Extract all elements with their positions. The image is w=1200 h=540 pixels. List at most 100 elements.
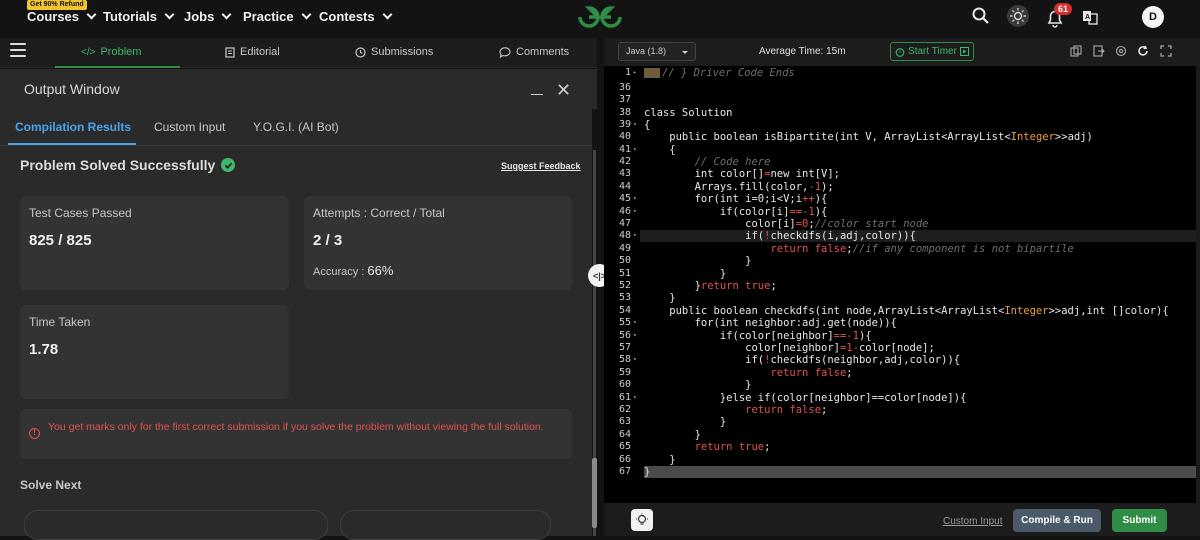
- nav-tutorials[interactable]: Tutorials: [103, 9, 175, 24]
- line-number: 54: [618, 305, 631, 316]
- lightbulb-hint-icon[interactable]: [631, 509, 653, 531]
- refresh-icon[interactable]: [1137, 45, 1149, 57]
- line-number-gutter: 1 ▸ 36 37 38 39 ▾ 40 41 ▾ 42 43 44 45 ▾ 46 ▾ 47 48 ▾ 49 50 51 5…: [604, 66, 640, 503]
- code-line: return false;//if any component is not b…: [770, 243, 1074, 255]
- code-line: // Code here: [644, 156, 771, 168]
- time-taken-card: Time Taken 1.78: [20, 305, 289, 399]
- line-number: 66: [618, 454, 631, 465]
- fold-toggle-icon[interactable]: ▾: [633, 146, 637, 153]
- nav-practice[interactable]: Practice: [243, 9, 312, 24]
- search-icon[interactable]: [972, 6, 990, 26]
- start-timer-button[interactable]: Start Timer: [890, 42, 974, 61]
- avatar[interactable]: D: [1142, 6, 1164, 28]
- alert-circle-icon: !: [29, 428, 40, 439]
- nav-contests[interactable]: Contests: [319, 9, 393, 24]
- submit-button[interactable]: Submit: [1112, 509, 1167, 532]
- attempts-value: 2 / 3: [313, 232, 343, 249]
- time-taken-label: Time Taken: [29, 315, 91, 329]
- fold-toggle-icon[interactable]: ▾: [633, 394, 637, 401]
- language-select-value: Java (1.8): [626, 46, 667, 56]
- fold-toggle-icon[interactable]: ▾: [633, 232, 637, 239]
- chevron-down-icon: [382, 9, 393, 20]
- line-number: 61: [618, 392, 631, 403]
- code-line: if(!checkdfs(i,adj,color)){: [644, 230, 916, 242]
- gfg-logo-icon[interactable]: [576, 3, 624, 31]
- subtab-yogi-ai-bot[interactable]: Y.O.G.I. (AI Bot): [253, 120, 339, 134]
- attempts-label: Attempts : Correct / Total: [313, 206, 445, 220]
- fold-toggle-icon[interactable]: ▾: [633, 195, 637, 202]
- left-scrollbar-thumb[interactable]: [592, 458, 597, 528]
- fold-toggle-icon[interactable]: ▾: [633, 121, 637, 128]
- line-number: 55: [618, 317, 631, 328]
- tab-problem[interactable]: </> Problem: [81, 46, 141, 58]
- line-number: 48: [618, 230, 631, 241]
- code-line: {: [644, 144, 676, 156]
- subtab-compilation-results[interactable]: Compilation Results: [15, 120, 131, 134]
- tab-submissions[interactable]: Submissions: [355, 46, 433, 58]
- fold-toggle-icon[interactable]: ▾: [633, 319, 637, 326]
- custom-input-link[interactable]: Custom Input: [943, 516, 1002, 527]
- nav-courses[interactable]: Courses: [27, 9, 97, 24]
- test-cases-value: 825 / 825: [29, 232, 92, 249]
- fullscreen-icon[interactable]: [1160, 45, 1172, 57]
- line-number: 1: [624, 67, 631, 78]
- line-number: 47: [618, 218, 631, 229]
- tab-comments[interactable]: Comments: [499, 46, 569, 58]
- tab-comments-label: Comments: [516, 46, 570, 58]
- code-line: for(int neighbor:adj.get(node)){: [644, 317, 897, 329]
- suggest-feedback-link[interactable]: Suggest Feedback: [501, 161, 581, 171]
- code-line: }: [644, 416, 727, 428]
- line-number: 59: [618, 367, 631, 378]
- code-line: }: [644, 268, 727, 280]
- nav-tutorials-label: Tutorials: [103, 9, 157, 24]
- nav-practice-label: Practice: [243, 9, 294, 24]
- line-number: 43: [618, 168, 631, 179]
- code-line: int color[]=new int[V];: [644, 168, 840, 180]
- code-line: public boolean checkdfs(int node,ArrayLi…: [644, 305, 1169, 317]
- line-number: 49: [618, 243, 631, 254]
- editor-scrollbar[interactable]: [1196, 66, 1200, 503]
- language-select[interactable]: Java (1.8): [618, 42, 696, 61]
- chevron-down-icon: [86, 9, 97, 20]
- copy-icon[interactable]: [1070, 45, 1082, 57]
- notification-badge: 61: [1054, 3, 1073, 15]
- line-number: 44: [618, 181, 631, 192]
- line-number: 42: [618, 156, 631, 167]
- line-number: 57: [618, 342, 631, 353]
- last-line-highlight: [644, 466, 1200, 478]
- top-navbar: Get 90% Refund Courses Tutorials Jobs Pr…: [0, 0, 1200, 34]
- subtab-custom-input[interactable]: Custom Input: [154, 120, 225, 134]
- export-icon[interactable]: [1093, 45, 1105, 57]
- status-heading: Problem Solved Successfully: [20, 157, 236, 173]
- line-number: 53: [618, 292, 631, 303]
- accuracy-value: 66%: [367, 263, 394, 278]
- theme-toggle-icon[interactable]: [1006, 4, 1030, 28]
- line-number: 62: [618, 404, 631, 415]
- subtab-divider: [0, 145, 592, 146]
- fold-toggle-icon[interactable]: ▾: [633, 208, 637, 215]
- hamburger-menu-icon[interactable]: [10, 43, 26, 61]
- code-editor[interactable]: 1 ▸ 36 37 38 39 ▾ 40 41 ▾ 42 43 44 45 ▾ 46 ▾ 47 48 ▾ 49 50 51 5…: [604, 66, 1200, 503]
- editor-action-bar: Custom Input Compile & Run Submit: [604, 503, 1200, 536]
- fold-toggle-icon[interactable]: ▾: [633, 332, 637, 339]
- time-taken-value: 1.78: [29, 341, 59, 358]
- tab-editorial[interactable]: Editorial: [225, 46, 280, 58]
- minimize-icon[interactable]: [531, 94, 543, 95]
- clock-icon: [355, 46, 366, 58]
- nav-jobs[interactable]: Jobs: [184, 9, 232, 24]
- output-window-title: Output Window: [24, 81, 120, 97]
- comment-icon: [499, 46, 511, 58]
- close-icon[interactable]: ✕: [556, 81, 571, 99]
- settings-icon[interactable]: [1115, 45, 1127, 57]
- translate-icon[interactable]: A: [1082, 9, 1098, 25]
- document-icon: [225, 46, 235, 58]
- code-line: // } Driver Code Ends: [662, 67, 795, 79]
- solve-next-heading: Solve Next: [20, 478, 82, 492]
- folded-marker[interactable]: [644, 68, 660, 78]
- line-number: 58: [618, 354, 631, 365]
- compile-run-button[interactable]: Compile & Run: [1013, 509, 1101, 532]
- fold-toggle-icon[interactable]: ▸: [633, 69, 637, 76]
- accuracy-row: Accuracy : 66%: [313, 263, 393, 278]
- editor-toolbar: Java (1.8) Average Time: 15m Start Timer: [604, 38, 1200, 66]
- fold-toggle-icon[interactable]: ▾: [633, 356, 637, 363]
